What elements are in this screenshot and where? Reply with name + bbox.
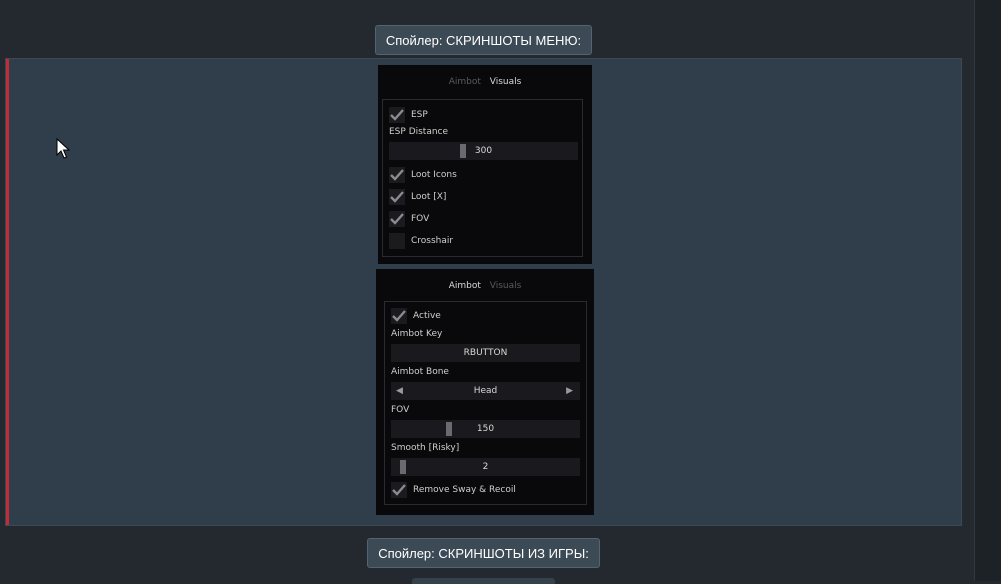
crosshair-toggle: Crosshair [389, 232, 453, 250]
menu-tabs: Aimbot Visuals [376, 281, 594, 291]
esp-toggle: ESP [389, 106, 428, 124]
aimbot-key-value: RBUTTON [463, 348, 508, 358]
active-toggle: Active [391, 307, 441, 325]
aimbot-bone-value: Head [473, 386, 498, 396]
spoiler-game-label: Спойлер: СКРИНШОТЫ ИЗ ИГРЫ: [378, 545, 589, 561]
slider-knob [400, 460, 406, 474]
check-icon [389, 211, 405, 227]
esp-distance-label: ESP Distance [389, 127, 449, 137]
check-icon [391, 308, 407, 324]
check-icon [389, 189, 405, 205]
loot-x-toggle: Loot [X] [389, 188, 446, 206]
menu-tabs: Aimbot Visuals [378, 77, 592, 87]
arrow-left-icon: ◀ [396, 386, 403, 396]
esp-distance-slider: 300 [389, 142, 578, 160]
smooth-value: 2 [482, 462, 489, 472]
menu-frame: ESP ESP Distance 300 Loot Icons Loot [X]… [382, 99, 583, 257]
scrollbar-track[interactable] [974, 0, 1001, 581]
smooth-slider: 2 [391, 458, 580, 476]
loot-icons-label: Loot Icons [411, 170, 457, 180]
loot-icons-toggle: Loot Icons [389, 166, 457, 184]
active-label: Active [413, 311, 441, 321]
spoiler-menu-screenshots-button[interactable]: Спойлер: СКРИНШОТЫ МЕНЮ: [375, 25, 592, 55]
crosshair-label: Crosshair [411, 236, 454, 246]
mouse-cursor-icon [56, 138, 70, 159]
esp-distance-value: 300 [474, 146, 493, 156]
check-icon [389, 167, 405, 183]
fov-slider: 150 [391, 420, 580, 438]
aimbot-key-label: Aimbot Key [391, 329, 443, 339]
fov-value: 150 [476, 424, 495, 434]
empty-checkbox-icon [389, 233, 405, 249]
visuals-menu-screenshot: Aimbot Visuals ESP ESP Distance 300 Loot… [378, 65, 592, 264]
tab-visuals: Visuals [489, 77, 522, 87]
slider-knob [460, 144, 466, 158]
tab-aimbot: Aimbot [448, 77, 481, 87]
aimbot-key-field: RBUTTON [391, 344, 580, 362]
fov-label: FOV [411, 214, 430, 224]
next-spoiler-edge [412, 578, 555, 584]
fov-label: FOV [391, 405, 410, 415]
spoiler-game-screenshots-button[interactable]: Спойлер: СКРИНШОТЫ ИЗ ИГРЫ: [367, 538, 600, 568]
smooth-label: Smooth [Risky] [391, 443, 460, 453]
tab-aimbot: Aimbot [448, 281, 481, 291]
menu-frame: Active Aimbot Key RBUTTON Aimbot Bone ◀ … [384, 301, 587, 505]
remove-sway-label: Remove Sway & Recoil [413, 485, 516, 495]
aimbot-bone-label: Aimbot Bone [391, 367, 449, 377]
loot-x-label: Loot [X] [411, 192, 447, 202]
slider-knob [446, 422, 452, 436]
esp-label: ESP [411, 110, 428, 120]
fov-toggle: FOV [389, 210, 429, 228]
check-icon [391, 482, 407, 498]
remove-sway-toggle: Remove Sway & Recoil [391, 481, 516, 499]
aimbot-bone-selector: ◀ Head ▶ [391, 382, 580, 400]
tab-visuals: Visuals [489, 281, 522, 291]
aimbot-menu-screenshot: Aimbot Visuals Active Aimbot Key RBUTTON… [376, 269, 594, 515]
spoiler-menu-label: Спойлер: СКРИНШОТЫ МЕНЮ: [385, 32, 582, 48]
check-icon [389, 107, 405, 123]
spoiler-accent-bar [6, 59, 9, 525]
arrow-right-icon: ▶ [566, 386, 573, 396]
